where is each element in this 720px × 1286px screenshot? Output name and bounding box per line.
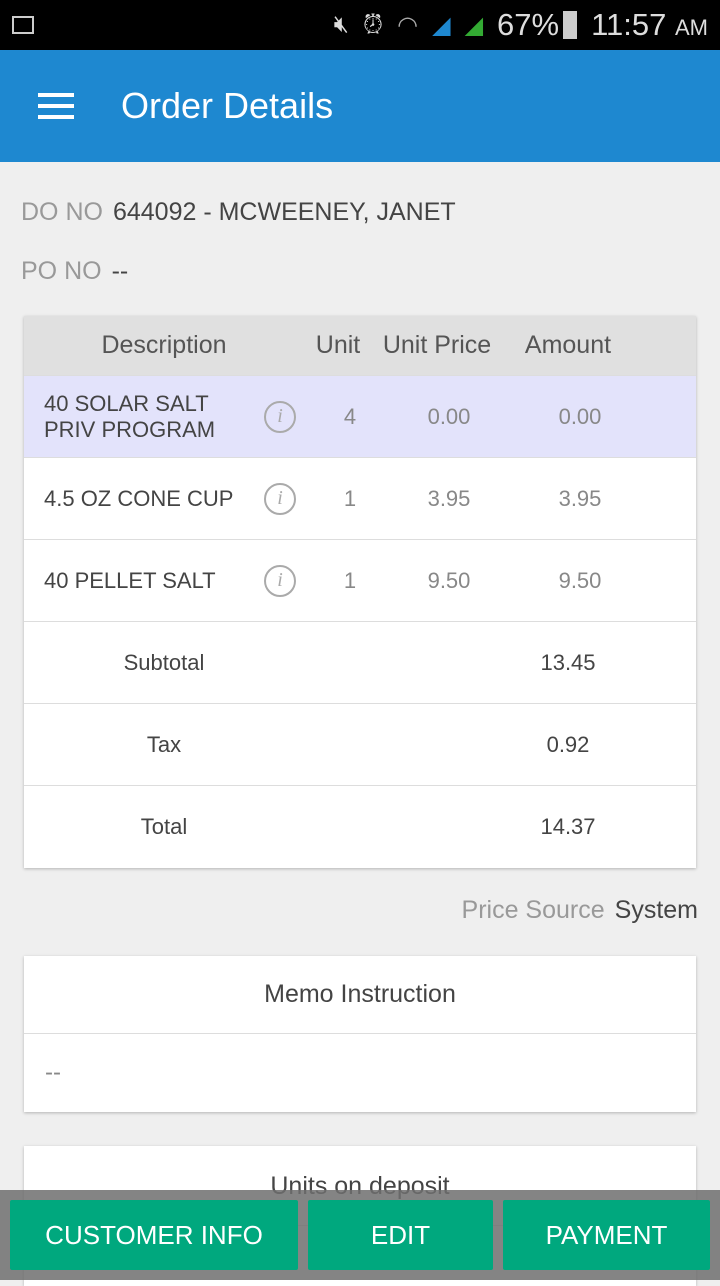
item-amount: 9.50: [558, 567, 602, 593]
customer-info-button[interactable]: CUSTOMER INFO: [10, 1200, 298, 1270]
item-unit: 4: [343, 403, 357, 429]
total-value: 14.37: [540, 814, 596, 839]
item-amount: 0.00: [558, 403, 602, 429]
po-label: PO NO: [21, 257, 102, 285]
do-value: 644092 - MCWEENEY, JANET: [112, 198, 456, 226]
item-amount: 3.95: [558, 485, 602, 511]
table-row[interactable]: 40 PELLET SALT i 1 9.50 9.50: [24, 540, 696, 622]
total-label: Total: [140, 814, 188, 839]
page-title: Order Details: [121, 85, 334, 126]
mute-icon: 🔇︎: [333, 11, 349, 38]
tax-value: 0.92: [546, 731, 590, 757]
app-bar: Order Details: [0, 50, 720, 162]
tax-label: Tax: [146, 731, 182, 757]
edit-button[interactable]: EDIT: [308, 1200, 493, 1270]
item-unit-price: 3.95: [427, 485, 471, 511]
info-icon[interactable]: i: [264, 400, 296, 433]
signal-icon: ◢: [432, 11, 451, 39]
item-unit-price: 0.00: [427, 403, 471, 429]
header-description: Description: [101, 331, 227, 359]
info-icon[interactable]: i: [264, 482, 296, 515]
table-row[interactable]: 4.5 OZ CONE CUP i 1 3.95 3.95: [24, 458, 696, 540]
subtotal-row: Subtotal 13.45: [24, 622, 696, 704]
item-unit: 1: [343, 567, 357, 593]
clock-ampm: AM: [675, 15, 708, 40]
price-source-label: Price Source: [461, 896, 605, 924]
do-label: DO NO: [21, 198, 103, 226]
alarm-icon: ⏰︎: [362, 9, 384, 39]
po-value: --: [111, 257, 129, 285]
item-description: 4.5 OZ CONE CUP: [44, 485, 234, 511]
image-icon: [12, 16, 34, 34]
payment-button[interactable]: PAYMENT: [503, 1200, 710, 1270]
price-source: Price Source System: [462, 896, 698, 925]
do-number: DO NO 644092 - MCWEENEY, JANET: [21, 198, 456, 227]
subtotal-label: Subtotal: [123, 649, 205, 675]
battery-text: 67%: [497, 7, 560, 42]
item-unit: 1: [343, 485, 357, 511]
info-icon[interactable]: i: [264, 564, 296, 597]
header-unit: Unit: [315, 331, 361, 359]
memo-card: Memo Instruction --: [24, 956, 696, 1112]
table-header: Description Unit Unit Price Amount: [24, 316, 696, 376]
clock: 11:57: [591, 7, 667, 42]
subtotal-value: 13.45: [540, 649, 596, 675]
battery-icon: [563, 11, 578, 39]
table-row[interactable]: 40 SOLAR SALT PRIV PROGRAM i 4 0.00 0.00: [24, 376, 696, 458]
header-unit-price: Unit Price: [382, 331, 492, 359]
wifi-icon: ◠: [397, 11, 419, 39]
item-unit-price: 9.50: [427, 567, 471, 593]
tax-row: Tax 0.92: [24, 704, 696, 786]
total-row: Total 14.37: [24, 786, 696, 868]
header-amount: Amount: [524, 331, 612, 359]
order-table: Description Unit Unit Price Amount 40 SO…: [24, 316, 696, 868]
menu-icon[interactable]: [38, 93, 74, 119]
item-description: 40 PELLET SALT: [44, 567, 216, 593]
status-bar: 🔇︎ ⏰︎ ◠ ◢ ◢ 67% 11:57 AM: [0, 0, 720, 50]
signal-icon: ◢: [464, 11, 484, 39]
price-source-value: System: [614, 896, 698, 924]
memo-title: Memo Instruction: [24, 956, 696, 1034]
po-number: PO NO --: [21, 257, 128, 286]
item-description: 40 SOLAR SALT PRIV PROGRAM: [44, 390, 216, 442]
memo-value: --: [45, 1059, 61, 1086]
